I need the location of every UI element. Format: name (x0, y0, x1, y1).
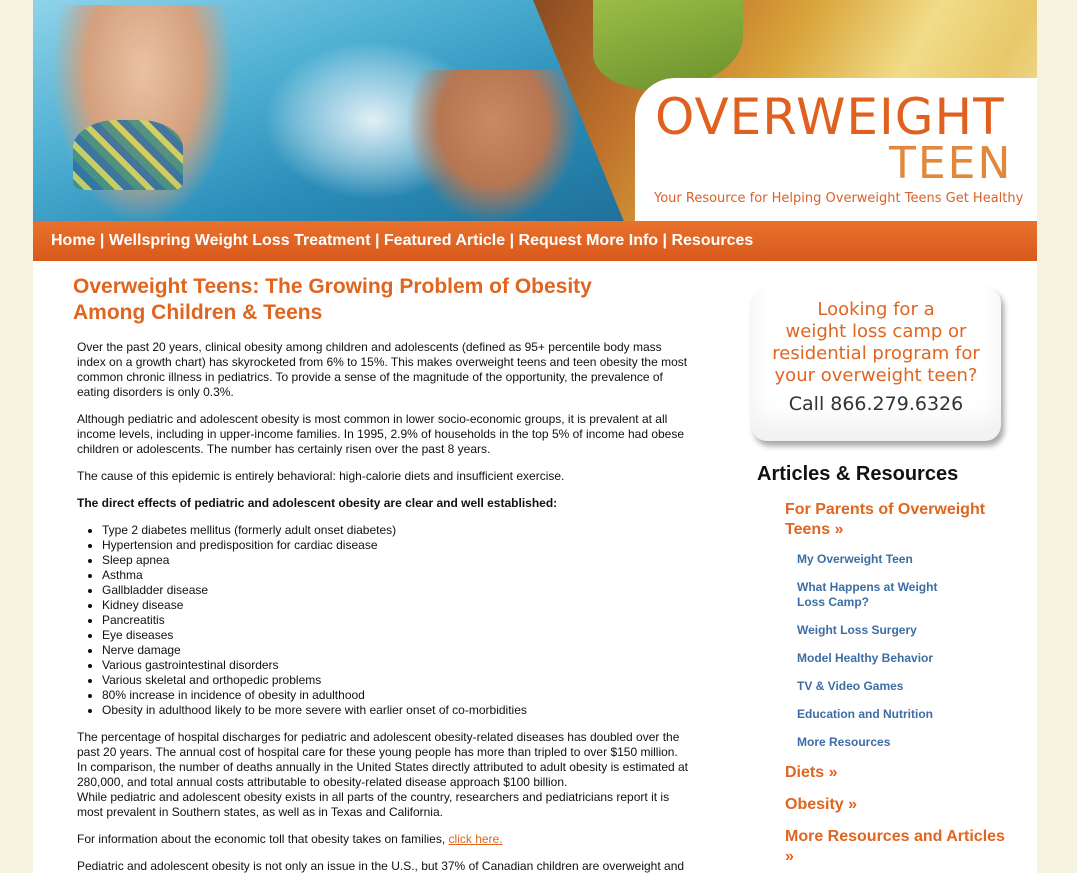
sidebar-link-tv-video-games[interactable]: TV & Video Games (797, 679, 957, 694)
list-item: Type 2 diabetes mellitus (formerly adult… (102, 523, 689, 538)
effects-lead: The direct effects of pediatric and adol… (77, 496, 558, 510)
swimsuit-graphic (73, 120, 183, 190)
list-item: Various skeletal and orthopedic problems (102, 673, 689, 688)
nav-separator: | (509, 232, 515, 249)
nav-separator: | (99, 232, 105, 249)
nav-request-info[interactable]: Request More Info (519, 232, 659, 249)
promo-line: your overweight teen? (774, 365, 978, 386)
sidebar-nav: For Parents of Overweight Teens » My Ove… (785, 500, 1005, 873)
sidebar-title: Articles & Resources (757, 463, 959, 485)
page-title: Overweight Teens: The Growing Problem of… (73, 275, 592, 324)
effects-list: Type 2 diabetes mellitus (formerly adult… (77, 523, 689, 718)
promo-line: residential program for (772, 343, 980, 364)
sidebar-heading-diets[interactable]: Diets » (785, 763, 1005, 783)
sidebar-heading-parents[interactable]: For Parents of Overweight Teens » (785, 500, 1005, 540)
promo-phone: Call 866.279.6326 (788, 393, 964, 415)
sidebar-link-weight-loss-camp[interactable]: What Happens at Weight Loss Camp? (797, 580, 957, 610)
parents-links: My Overweight Teen What Happens at Weigh… (797, 552, 1005, 750)
promo-text: Looking for a weight loss camp or reside… (751, 287, 1001, 387)
sidebar-link-my-overweight-teen[interactable]: My Overweight Teen (797, 552, 957, 567)
hospital-costs-text: The percentage of hospital discharges fo… (77, 730, 689, 789)
main-content: Overweight Teens: The Growing Problem of… (73, 274, 693, 873)
sidebar-link-weight-loss-surgery[interactable]: Weight Loss Surgery (797, 623, 957, 638)
sidebar-heading-more-resources[interactable]: More Resources and Articles » (785, 827, 1005, 867)
paragraph-canada: Pediatric and adolescent obesity is not … (77, 859, 685, 873)
nav-resources[interactable]: Resources (671, 232, 753, 249)
regional-prevalence-text: While pediatric and adolescent obesity e… (77, 790, 670, 819)
list-item: Asthma (102, 568, 689, 583)
promo-line: Looking for a (817, 299, 935, 320)
list-item: Pancreatitis (102, 613, 689, 628)
paragraph-obesity-rates: Over the past 20 years, clinical obesity… (77, 340, 688, 399)
logo-subtitle[interactable]: TEEN (889, 138, 1012, 189)
list-item: Sleep apnea (102, 553, 689, 568)
site-tagline: Your Resource for Helping Overweight Tee… (654, 191, 1024, 206)
list-item: Kidney disease (102, 598, 689, 613)
sidebar-link-education-nutrition[interactable]: Education and Nutrition (797, 707, 957, 722)
paragraph-cause: The cause of this epidemic is entirely b… (77, 469, 565, 483)
sidebar-link-healthy-behavior[interactable]: Model Healthy Behavior (797, 651, 957, 666)
nav-separator: | (374, 232, 380, 249)
economic-toll-link[interactable]: click here. (449, 832, 503, 846)
nav-wellspring-treatment[interactable]: Wellspring Weight Loss Treatment (109, 232, 371, 249)
list-item: Gallbladder disease (102, 583, 689, 598)
list-item: Various gastrointestinal disorders (102, 658, 689, 673)
list-item: Nerve damage (102, 643, 689, 658)
promo-line: weight loss camp or (785, 321, 967, 342)
list-item: Obesity in adulthood likely to be more s… (102, 703, 689, 718)
list-item: 80% increase in incidence of obesity in … (102, 688, 689, 703)
page: OVERWEIGHT TEEN Your Resource for Helpin… (33, 0, 1037, 873)
article-body: Over the past 20 years, clinical obesity… (77, 340, 689, 873)
camp-promo-button[interactable]: Looking for a weight loss camp or reside… (751, 287, 1001, 441)
header-banner: OVERWEIGHT TEEN Your Resource for Helpin… (33, 0, 1037, 221)
paragraph-income-levels: Although pediatric and adolescent obesit… (77, 412, 685, 456)
sidebar-link-more-resources[interactable]: More Resources (797, 735, 957, 750)
nav-separator: | (662, 232, 668, 249)
nav-home[interactable]: Home (51, 232, 95, 249)
list-item: Eye diseases (102, 628, 689, 643)
paragraph-economic-toll: For information about the economic toll … (77, 832, 689, 847)
list-item: Hypertension and predisposition for card… (102, 538, 689, 553)
paragraph-hospital-costs: The percentage of hospital discharges fo… (77, 730, 689, 820)
economic-toll-text: For information about the economic toll … (77, 832, 446, 846)
teen-boy-photo (408, 70, 578, 221)
main-nav: Home | Wellspring Weight Loss Treatment … (33, 221, 1037, 261)
nav-featured-article[interactable]: Featured Article (384, 232, 505, 249)
sidebar-heading-obesity[interactable]: Obesity » (785, 795, 1005, 815)
